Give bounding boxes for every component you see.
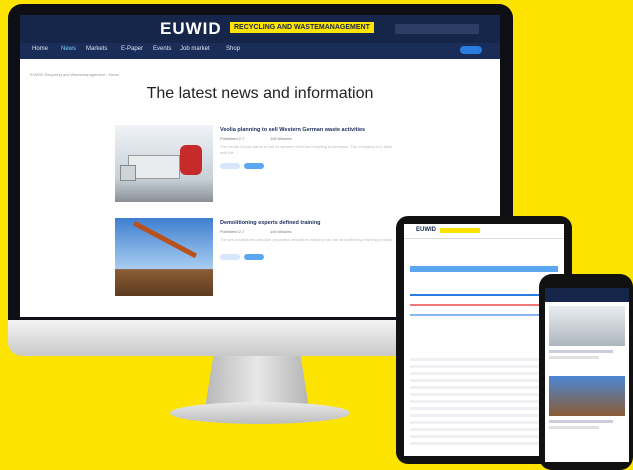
tablet-chart-line	[410, 314, 558, 316]
site-logo-tagline: RECYCLING AND WASTEMANAGEMENT	[230, 22, 374, 33]
nav-job-market[interactable]: Job market	[180, 46, 210, 52]
read-more-button[interactable]	[244, 163, 264, 169]
phone-article-image-truck[interactable]	[549, 306, 625, 346]
article-title[interactable]: Veolia planning to sell Western German w…	[220, 127, 365, 133]
nav-news[interactable]: News	[61, 46, 76, 52]
site-logo[interactable]: EUWID	[160, 19, 222, 39]
tablet-chart-line	[410, 294, 558, 296]
read-more-button[interactable]	[244, 254, 264, 260]
article-teaser: The pre-established principle grounded d…	[220, 237, 397, 242]
tablet-logo[interactable]: EUWID	[416, 227, 436, 233]
account-button[interactable]	[460, 46, 482, 54]
phone-article-image-demolition[interactable]	[549, 376, 625, 416]
monitor-stand-neck	[205, 356, 309, 408]
tablet-logo-tagline	[440, 228, 480, 233]
monitor-stand-foot	[170, 402, 350, 424]
truck-cab-shape	[120, 165, 136, 181]
phone-article-teaser	[549, 356, 599, 359]
article-image-demolition[interactable]	[115, 218, 213, 296]
article-meta: Published 2.7.	[220, 229, 246, 234]
article-tag[interactable]	[220, 163, 240, 169]
phone-article-title[interactable]	[549, 420, 613, 423]
phone-article-teaser	[549, 426, 599, 429]
page-title: The latest news and information	[146, 85, 374, 102]
nav-home[interactable]: Home	[32, 46, 48, 52]
phone-screen	[545, 288, 629, 462]
main-nav: Home News Markets E-Paper Events Job mar…	[20, 43, 500, 59]
article-teaser: The Veolia Group wants to sell its weste…	[220, 144, 393, 155]
breadcrumb[interactable]: EUWID Recycling and Wastemanagement › Ne…	[30, 72, 119, 77]
tablet-price-table	[410, 354, 558, 449]
truck-tank-shape	[180, 145, 202, 175]
article-reading-time: 1x5 Minutes	[270, 229, 292, 234]
article-reading-time: 1x5 Minutes	[270, 136, 292, 141]
nav-epaper[interactable]: E-Paper	[121, 46, 143, 52]
nav-shop[interactable]: Shop	[226, 46, 240, 52]
tablet-tab-bar[interactable]	[410, 266, 558, 272]
nav-events[interactable]: Events	[153, 46, 171, 52]
phone-article-title[interactable]	[549, 350, 613, 353]
tablet-chart-line	[410, 304, 558, 306]
phone-header	[545, 288, 629, 302]
article-meta: Published 2.7.	[220, 136, 246, 141]
article-title[interactable]: Demolitioning experts defined training	[220, 220, 321, 226]
article-tag[interactable]	[220, 254, 240, 260]
search-input[interactable]	[395, 24, 479, 34]
nav-markets[interactable]: Markets	[86, 46, 107, 52]
